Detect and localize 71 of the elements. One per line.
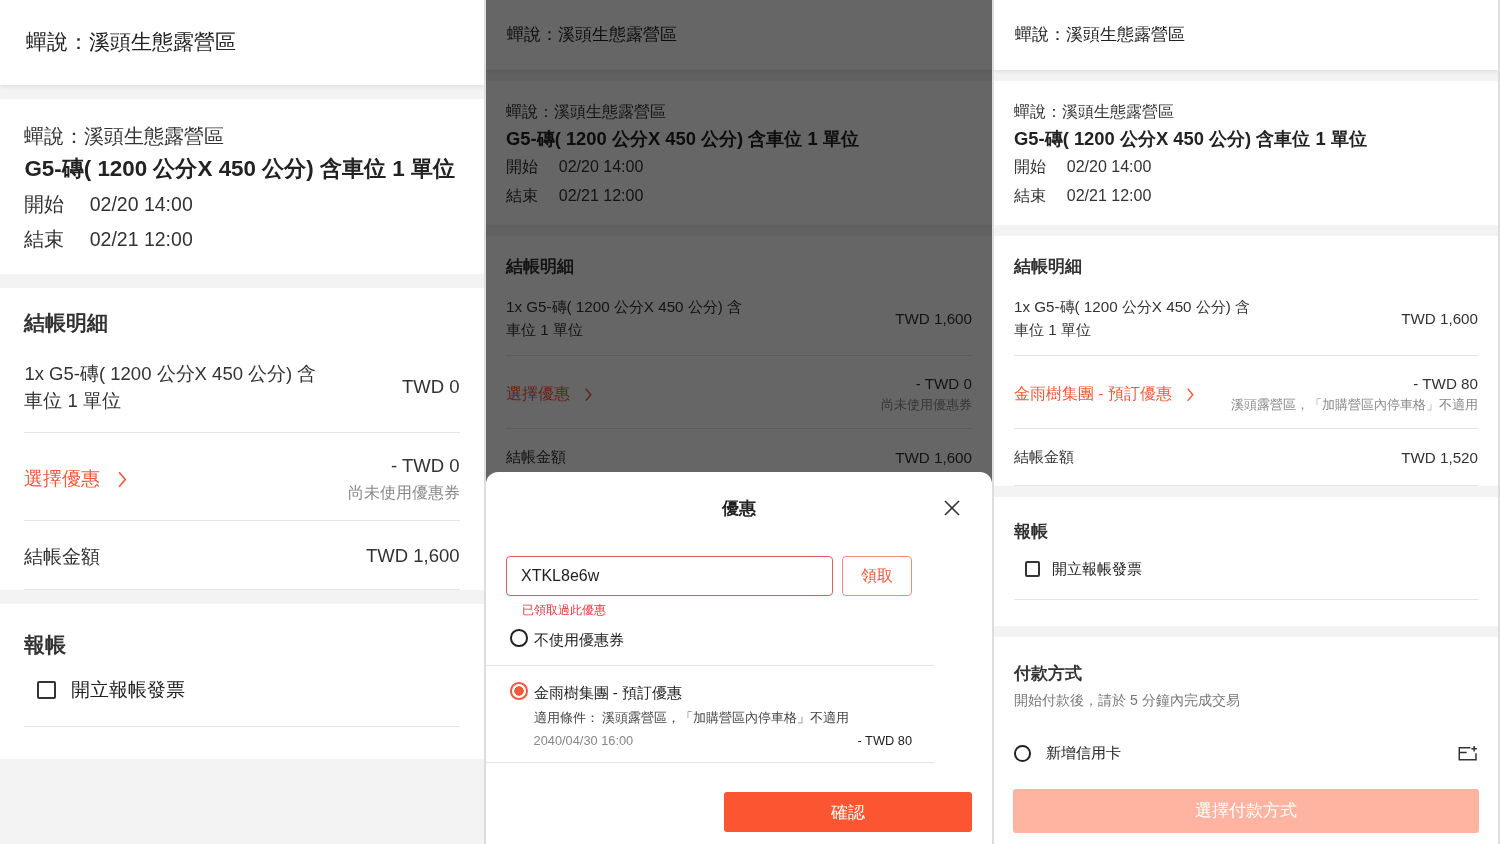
- section-title: 付款方式: [1014, 662, 1083, 686]
- coupon-amount: - TWD 80: [857, 733, 912, 748]
- checkbox[interactable]: [1024, 561, 1040, 577]
- item-price: TWD 0: [402, 376, 460, 399]
- discount-link[interactable]: 選擇優惠: [24, 466, 101, 493]
- header-title: 蟬說：溪頭生態露營區: [25, 29, 236, 56]
- section-title: 結帳明細: [506, 254, 575, 278]
- section-title: 結帳明細: [24, 310, 110, 337]
- error-message: 已領取過此優惠: [522, 602, 606, 619]
- discount-link[interactable]: 選擇優惠: [506, 383, 570, 405]
- item-label: 1x G5-磚( 1200 公分X 450 公分) 含車位 1 單位: [24, 361, 318, 414]
- section-title: 報帳: [1014, 520, 1049, 544]
- item-label: 1x G5-磚( 1200 公分X 450 公分) 含車位 1 單位: [1014, 297, 1252, 340]
- unit-name: G5-磚( 1200 公分X 450 公分) 含車位 1 單位: [1014, 126, 1368, 151]
- date-label: 結束: [1014, 185, 1046, 206]
- total-amount: TWD 1,600: [895, 449, 972, 467]
- checkbox-label: 開立報帳發票: [1051, 558, 1142, 579]
- total-amount: TWD 1,600: [366, 545, 460, 568]
- chevron-icon: [1185, 386, 1195, 403]
- option-label: 不使用優惠券: [533, 630, 625, 650]
- campsite-name: 蟬說：溪頭生態露營區: [24, 123, 226, 149]
- section-title: 報帳: [24, 631, 68, 658]
- total-amount: TWD 1,520: [1401, 449, 1478, 467]
- coupon-condition: 適用條件： 溪頭露營區，「加購營區內停車格」不適用: [533, 710, 851, 727]
- date-value: 02/20 14:00: [1066, 157, 1152, 178]
- section-title: 結帳明細: [1014, 254, 1083, 278]
- header-title: 蟬說：溪頭生態露營區: [507, 24, 678, 47]
- coupon-code-field[interactable]: XTKL8e6w: [506, 556, 833, 596]
- item-price: TWD 1,600: [1401, 310, 1478, 328]
- date-value: 02/21 12:00: [558, 185, 644, 206]
- total-label: 結帳金額: [1014, 447, 1074, 468]
- dialog-title: 優惠: [722, 497, 756, 520]
- close-icon[interactable]: [944, 500, 960, 516]
- discount-link[interactable]: 金雨樹集團 - 預訂優惠: [1014, 383, 1172, 405]
- chevron-icon: [583, 386, 593, 403]
- option-label: 金雨樹集團 - 預訂優惠: [533, 683, 684, 703]
- date-label: 開始: [506, 157, 538, 178]
- date-value: 02/20 14:00: [558, 157, 644, 178]
- option-label: 新增信用卡: [1045, 743, 1122, 764]
- total-label: 結帳金額: [506, 447, 566, 468]
- total-label: 結帳金額: [24, 544, 101, 569]
- date-label: 結束: [24, 226, 65, 252]
- discount-note: 溪頭露營區，「加購營區內停車格」不適用: [1231, 396, 1478, 415]
- campsite-name: 蟬說：溪頭生態露營區: [1014, 102, 1175, 122]
- discount-amount: - TWD 80: [1413, 374, 1478, 392]
- discount-amount: - TWD 0: [915, 374, 972, 392]
- checkbox-label: 開立報帳發票: [70, 678, 185, 703]
- discount-amount: - TWD 0: [391, 455, 460, 478]
- radio-button[interactable]: [510, 629, 528, 647]
- payment-note: 開始付款後，請於 5 分鐘內完成交易: [1014, 690, 1241, 710]
- date-label: 開始: [24, 191, 65, 217]
- item-label: 1x G5-磚( 1200 公分X 450 公分) 含車位 1 單位: [506, 297, 744, 340]
- date-value: 02/21 12:00: [1066, 185, 1152, 206]
- coupon-expiry: 2040/04/30 16:00: [533, 733, 634, 748]
- confirm-button[interactable]: 確認: [724, 792, 972, 832]
- radio-button[interactable]: [510, 682, 528, 700]
- claim-button[interactable]: 領取: [842, 556, 912, 596]
- date-label: 結束: [506, 185, 538, 206]
- discount-note: 尚未使用優惠券: [347, 482, 460, 503]
- card-add-icon[interactable]: [1456, 745, 1478, 762]
- checkbox[interactable]: [37, 680, 56, 700]
- chevron-icon: [117, 469, 128, 489]
- date-value: 02/20 14:00: [89, 191, 193, 217]
- unit-name: G5-磚( 1200 公分X 450 公分) 含車位 1 單位: [506, 126, 860, 151]
- radio-button[interactable]: [1014, 745, 1031, 762]
- header-title: 蟬說：溪頭生態露營區: [1015, 24, 1186, 47]
- date-value: 02/21 12:00: [89, 226, 193, 252]
- campsite-name: 蟬說：溪頭生態露營區: [506, 102, 667, 122]
- date-label: 開始: [1014, 157, 1046, 178]
- unit-name: G5-磚( 1200 公分X 450 公分) 含車位 1 單位: [24, 154, 456, 183]
- item-price: TWD 1,600: [895, 310, 972, 328]
